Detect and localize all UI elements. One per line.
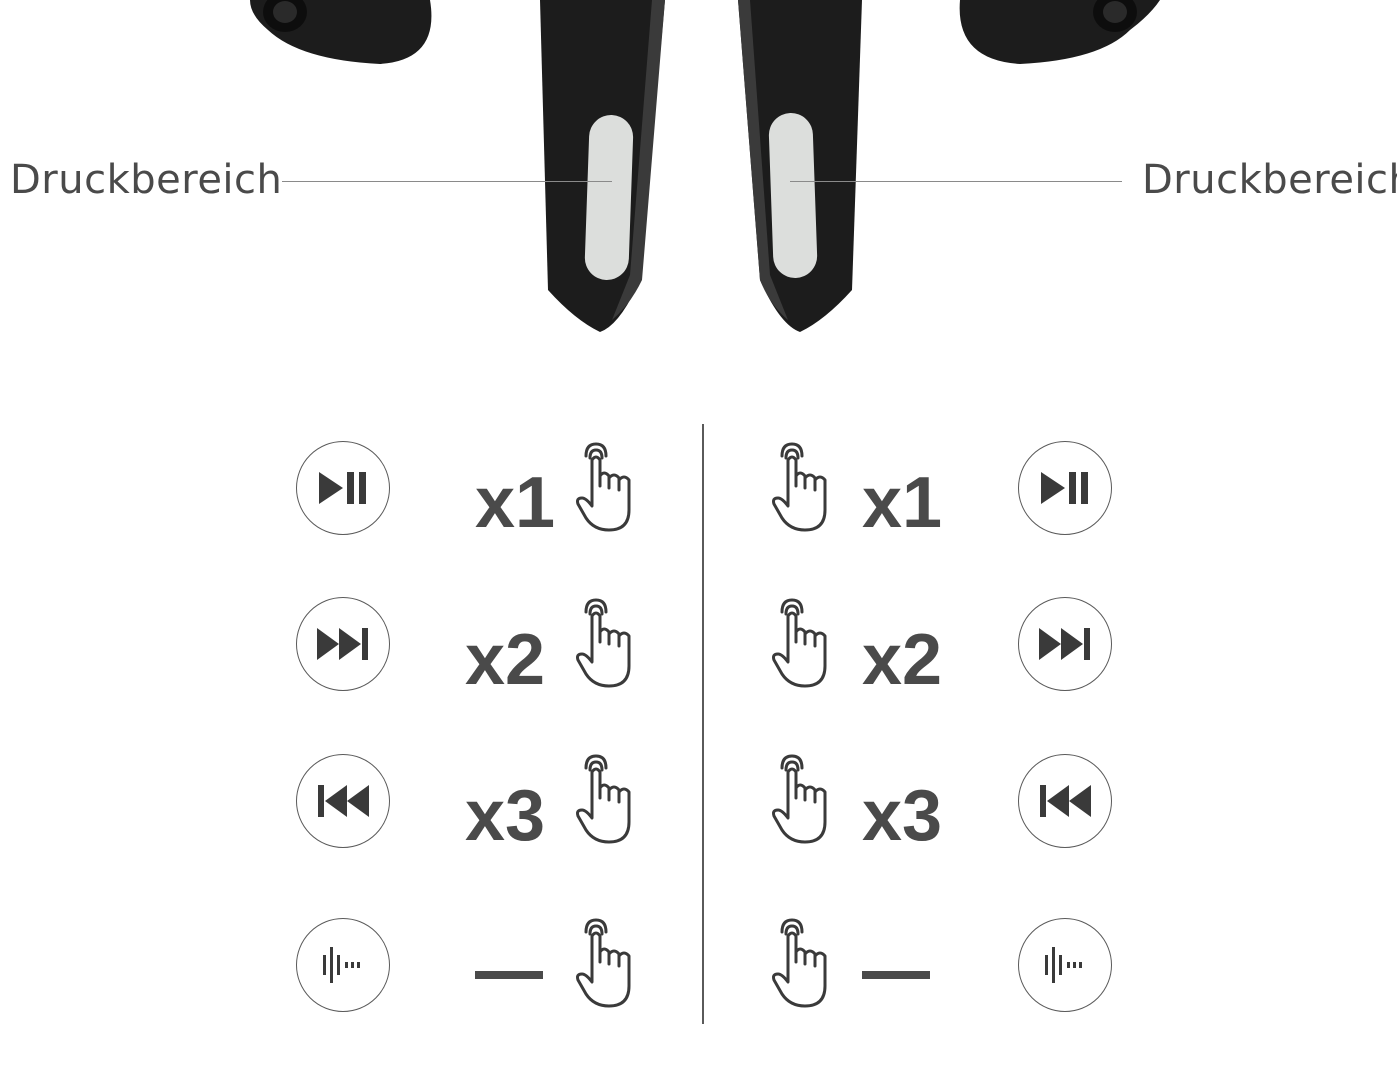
voice-assistant-icon <box>1018 918 1112 1012</box>
hold-hand-icon <box>772 918 827 1008</box>
tap-count-label: x3 <box>465 776 546 856</box>
long-press-dash <box>862 971 930 979</box>
play-pause-icon <box>296 441 390 535</box>
long-press-dash <box>475 971 543 979</box>
tap-hand-icon <box>576 754 631 844</box>
next-track-icon <box>296 597 390 691</box>
tap-hand-icon <box>772 442 827 532</box>
tap-count-label: x1 <box>862 463 943 543</box>
previous-track-icon <box>1018 754 1112 848</box>
left-press-area <box>584 115 634 280</box>
center-divider <box>702 424 704 1024</box>
press-area-label-right: Druckbereich <box>1142 157 1397 203</box>
tap-hand-icon <box>576 442 631 532</box>
tap-count-label: x1 <box>475 463 556 543</box>
tap-count-label: x2 <box>465 620 546 700</box>
tap-hand-icon <box>772 754 827 844</box>
tap-count-label: x3 <box>862 776 943 856</box>
right-press-area <box>768 113 818 278</box>
next-track-icon <box>1018 597 1112 691</box>
leader-line-left <box>282 181 612 182</box>
voice-assistant-icon <box>296 918 390 1012</box>
previous-track-icon <box>296 754 390 848</box>
leader-line-right <box>790 181 1122 182</box>
tap-count-label: x2 <box>862 620 943 700</box>
hold-hand-icon <box>576 918 631 1008</box>
tap-hand-icon <box>772 598 827 688</box>
tap-hand-icon <box>576 598 631 688</box>
play-pause-icon <box>1018 441 1112 535</box>
press-area-label-left: Druckbereich <box>10 157 283 203</box>
